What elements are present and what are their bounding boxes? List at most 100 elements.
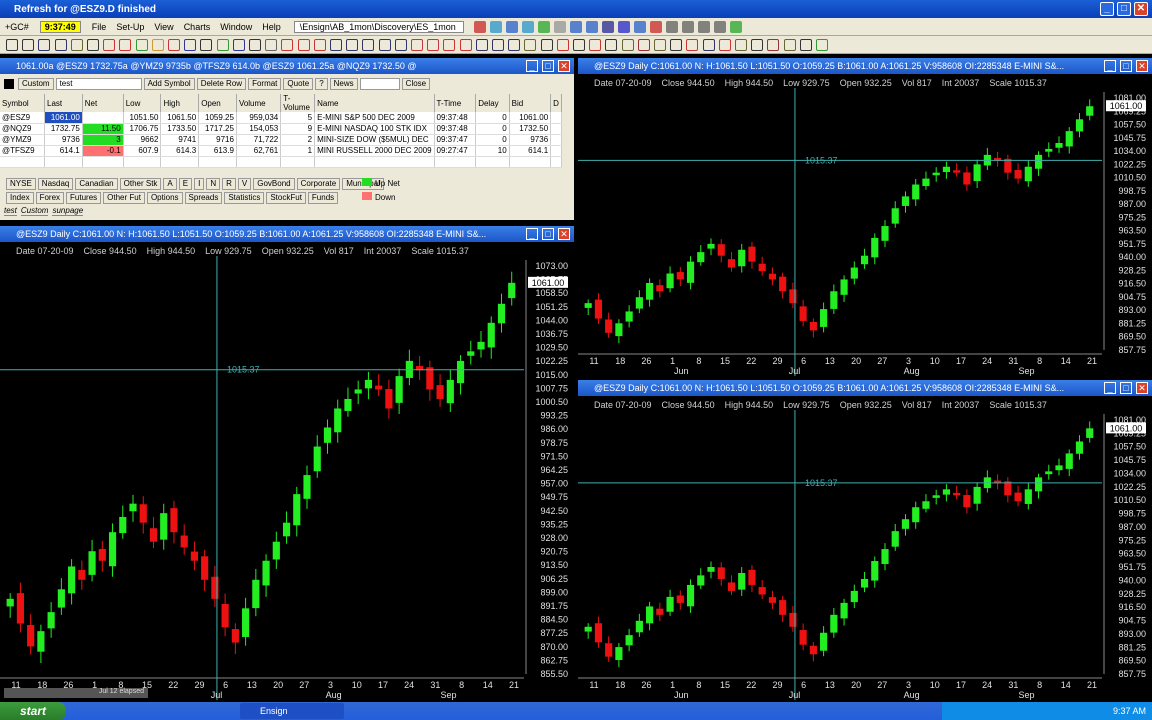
quote-tab[interactable]: Custom xyxy=(20,206,49,216)
toolbar-icon[interactable] xyxy=(200,39,213,51)
toolbar-icon[interactable] xyxy=(103,39,116,51)
minimize-button[interactable]: _ xyxy=(1100,2,1114,16)
column-header[interactable]: Last xyxy=(44,94,83,112)
menubar-tool-icon[interactable] xyxy=(569,20,582,33)
price-chart[interactable]: Date 07-20-09 Close 944.50 High 944.50 Low … xyxy=(578,396,1152,700)
custom-button[interactable]: Custom xyxy=(18,78,54,90)
toolbar-icon[interactable] xyxy=(119,39,132,51)
toolbar-icon[interactable] xyxy=(38,39,51,51)
toolbar-icon[interactable] xyxy=(751,39,764,51)
toolbar-icon[interactable] xyxy=(799,39,812,51)
quote-tab[interactable]: sunpage xyxy=(52,206,84,216)
exchange-group-button[interactable]: Options xyxy=(146,192,183,204)
toolbar-icon[interactable] xyxy=(589,39,602,51)
panel-minimize-button[interactable]: _ xyxy=(1104,382,1116,394)
panel-maximize-button[interactable]: □ xyxy=(1120,60,1132,72)
toolbar-icon[interactable] xyxy=(313,39,326,51)
toolbar-icon[interactable] xyxy=(492,39,504,51)
help-button[interactable]: ? xyxy=(315,78,328,90)
exchange-group-button[interactable]: Other Stk xyxy=(119,178,162,190)
start-button[interactable]: start xyxy=(0,702,66,720)
menubar-tool-icon[interactable] xyxy=(521,20,534,33)
quote-tab[interactable]: test xyxy=(4,206,17,216)
close-quote-button[interactable]: Close xyxy=(401,78,431,90)
maximize-button[interactable]: □ xyxy=(1117,2,1131,16)
empty-select[interactable] xyxy=(359,78,400,90)
toolbar-icon[interactable] xyxy=(232,39,245,51)
delete-row-button[interactable]: Delete Row xyxy=(196,78,247,90)
panel-maximize-button[interactable]: □ xyxy=(1120,382,1132,394)
menubar-tool-icon[interactable] xyxy=(681,20,694,33)
menubar-tool-icon[interactable] xyxy=(649,20,662,33)
exchange-group-button[interactable]: Canadian xyxy=(75,178,118,190)
menubar-tool-icon[interactable] xyxy=(697,20,710,33)
quote-row[interactable]: @ESZ9 1061.00 1051.50 1061.50 1059.25 959,034… xyxy=(0,112,562,124)
panel-close-button[interactable]: ✕ xyxy=(1136,382,1148,394)
toolbar-icon[interactable] xyxy=(297,39,310,51)
exchange-group-button[interactable]: E xyxy=(178,178,193,190)
toolbar-icon[interactable] xyxy=(249,39,261,51)
menubar-tool-icon[interactable] xyxy=(601,20,614,33)
column-header[interactable]: Net xyxy=(82,94,124,112)
exchange-group-button[interactable]: Corporate xyxy=(296,178,341,190)
toolbar-icon[interactable] xyxy=(573,39,585,51)
quote-page-select[interactable]: test xyxy=(55,78,142,90)
menubar-tool-icon[interactable] xyxy=(729,20,742,33)
format-button[interactable]: Format xyxy=(248,78,282,90)
toolbar-icon[interactable] xyxy=(459,39,472,51)
toolbar-icon[interactable] xyxy=(508,39,521,51)
toolbar-icon[interactable] xyxy=(346,39,359,51)
exchange-group-button[interactable]: Futures xyxy=(66,192,102,204)
exchange-group-button[interactable]: Funds xyxy=(307,192,339,204)
exchange-group-button[interactable]: Spreads xyxy=(184,192,223,204)
menubar-tool-icon[interactable] xyxy=(665,20,678,33)
toolbar-icon[interactable] xyxy=(151,39,164,51)
toolbar-icon[interactable] xyxy=(637,39,650,51)
add-symbol-button[interactable]: Add Symbol xyxy=(143,78,195,90)
quote-button[interactable]: Quote xyxy=(283,78,314,90)
toolbar-icon[interactable] xyxy=(216,39,229,51)
column-header[interactable]: High xyxy=(160,94,200,112)
toolbar-icon[interactable] xyxy=(168,39,180,51)
toolbar-icon[interactable] xyxy=(702,39,715,51)
color-swatch[interactable] xyxy=(4,79,14,89)
menu-file[interactable]: File xyxy=(87,22,112,32)
toolbar-icon[interactable] xyxy=(87,39,99,51)
toolbar-icon[interactable] xyxy=(6,39,18,51)
column-header[interactable]: T-Volume xyxy=(280,94,316,112)
toolbar-icon[interactable] xyxy=(783,39,796,51)
toolbar-icon[interactable] xyxy=(686,39,699,51)
exchange-group-button[interactable]: Index xyxy=(6,192,34,204)
column-header[interactable]: Name xyxy=(314,94,435,112)
taskbar-ensign-button[interactable]: Ensign xyxy=(240,703,344,719)
price-chart[interactable]: Date 07-20-09 Close 944.50 High 944.50 Low … xyxy=(578,74,1152,376)
toolbar-icon[interactable] xyxy=(135,39,148,51)
column-header[interactable]: Bid xyxy=(509,94,552,112)
menubar-tool-icon[interactable] xyxy=(585,20,598,33)
toolbar-icon[interactable] xyxy=(22,39,35,51)
panel-close-button[interactable]: ✕ xyxy=(558,228,570,240)
candlestick-plot[interactable]: 1015.371081.001069.251057.501045.751034.… xyxy=(578,74,1152,376)
exchange-group-button[interactable]: Nasdaq xyxy=(37,178,74,190)
price-chart[interactable]: Date 07-20-09 Close 944.50 High 944.50 Low … xyxy=(0,242,574,700)
toolbar-icon[interactable] xyxy=(378,39,391,51)
exchange-group-button[interactable]: StockFut xyxy=(266,192,306,204)
exchange-group-button[interactable]: N xyxy=(206,178,221,190)
exchange-group-button[interactable]: Forex xyxy=(35,192,65,204)
column-header[interactable]: Low xyxy=(123,94,162,112)
menu-view[interactable]: View xyxy=(149,22,178,32)
news-button[interactable]: News xyxy=(329,78,358,90)
toolbar-icon[interactable] xyxy=(605,39,618,51)
panel-close-button[interactable]: ✕ xyxy=(558,60,570,72)
exchange-group-button[interactable]: A xyxy=(163,178,177,190)
column-header[interactable]: Open xyxy=(198,94,237,112)
exchange-group-button[interactable]: GovBond xyxy=(253,178,295,190)
toolbar-icon[interactable] xyxy=(816,39,828,51)
toolbar-icon[interactable] xyxy=(70,39,83,51)
toolbar-icon[interactable] xyxy=(265,39,278,51)
toolbar-icon[interactable] xyxy=(411,39,423,51)
menu-setup[interactable]: Set-Up xyxy=(111,22,149,32)
exchange-group-button[interactable]: Statistics xyxy=(224,192,265,204)
column-header[interactable]: Delay xyxy=(475,94,510,112)
toolbar-icon[interactable] xyxy=(427,39,440,51)
